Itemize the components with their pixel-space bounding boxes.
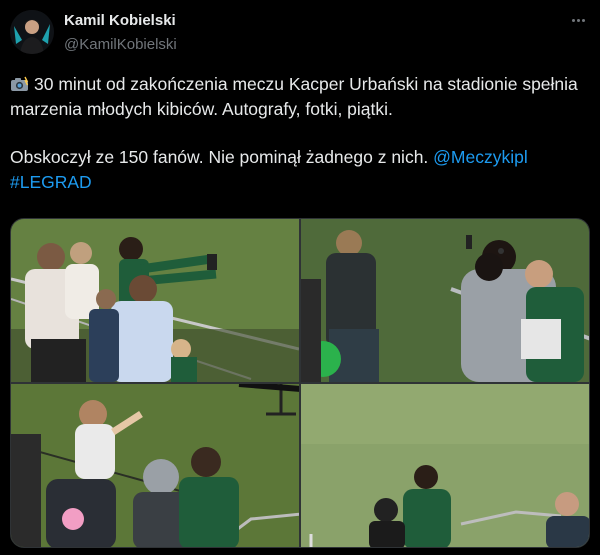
- tweet-line-1: 30 minut od zakończenia meczu Kacper Urb…: [10, 74, 578, 119]
- tweet-paragraph-1: 30 minut od zakończenia meczu Kacper Urb…: [10, 72, 588, 121]
- photo-2[interactable]: [301, 219, 589, 382]
- tweet-card: Kamil Kobielski @KamilKobielski 30 minut…: [0, 0, 600, 555]
- tweet-paragraph-2: Obskoczył ze 150 fanów. Nie pominął żadn…: [10, 145, 588, 194]
- tweet-line-2: Obskoczył ze 150 fanów. Nie pominął żadn…: [10, 147, 434, 167]
- photo-3[interactable]: [11, 384, 299, 547]
- more-options-button[interactable]: [568, 10, 588, 30]
- more-dot-icon: [581, 18, 585, 22]
- author-name[interactable]: Kamil Kobielski: [64, 12, 176, 29]
- author-avatar[interactable]: [10, 10, 54, 54]
- author-handle[interactable]: @KamilKobielski: [64, 36, 177, 53]
- media-grid: [10, 218, 590, 548]
- mention-link[interactable]: @Meczykipl: [433, 147, 528, 167]
- camera-flash-icon: [11, 76, 29, 91]
- photo-4[interactable]: [301, 384, 589, 547]
- photo-1[interactable]: [11, 219, 299, 382]
- hashtag-link[interactable]: #LEGRAD: [10, 172, 92, 192]
- avatar-image: [10, 10, 54, 54]
- more-dot-icon: [571, 18, 575, 22]
- more-dot-icon: [576, 18, 580, 22]
- tweet-text: 30 minut od zakończenia meczu Kacper Urb…: [10, 72, 588, 194]
